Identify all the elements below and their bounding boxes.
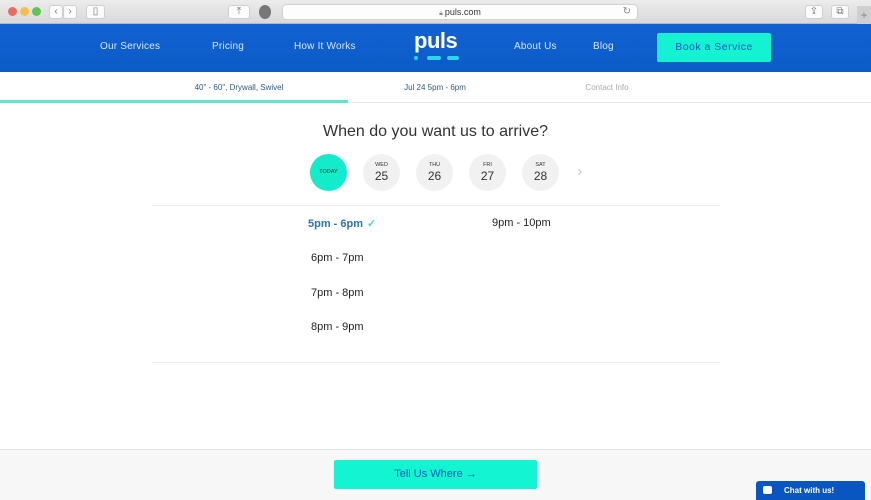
- step-time[interactable]: Jul 24 5pm - 6pm: [335, 83, 535, 92]
- close-window-button[interactable]: [8, 7, 17, 16]
- reload-icon[interactable]: ↻: [623, 5, 631, 19]
- book-service-button[interactable]: Book a Service: [657, 33, 771, 62]
- day-wed[interactable]: WED 25: [363, 154, 400, 191]
- nav-about-us[interactable]: About Us: [514, 41, 557, 52]
- chevron-right-icon[interactable]: ›: [577, 163, 582, 181]
- day-fri[interactable]: FRI 27: [469, 154, 506, 191]
- back-icon[interactable]: ‹: [49, 5, 63, 19]
- nav-our-services[interactable]: Our Services: [100, 41, 160, 52]
- tell-us-where-button[interactable]: Tell Us Where →: [334, 460, 537, 489]
- nav-blog[interactable]: Blog: [593, 41, 614, 52]
- address-bar[interactable]: 🔒︎ puls.com ↻: [282, 4, 638, 20]
- chat-widget[interactable]: Chat with us!: [756, 481, 865, 500]
- nav-pricing[interactable]: Pricing: [212, 41, 244, 52]
- forward-icon[interactable]: ›: [63, 5, 77, 19]
- sidebar-icon[interactable]: ▯: [86, 5, 105, 19]
- day-today[interactable]: TODAY: [310, 154, 347, 191]
- browser-toolbar: ‹ › ▯ ⤒ 🔒︎ puls.com ↻ ⇪ ⧉ +: [0, 0, 871, 24]
- progress-bar: [0, 100, 348, 103]
- check-icon: ✓: [367, 218, 377, 230]
- divider: [152, 362, 720, 363]
- divider: [152, 205, 720, 206]
- tabs-icon[interactable]: ⧉: [831, 5, 849, 19]
- day-sat[interactable]: SAT 28: [522, 154, 559, 191]
- time-slot-7pm[interactable]: 7pm - 8pm: [311, 287, 364, 299]
- share-icon[interactable]: ⇪: [805, 5, 823, 19]
- step-contact-info: Contact Info: [585, 83, 629, 92]
- chat-bubble-icon: [763, 486, 772, 494]
- time-slot-9pm[interactable]: 9pm - 10pm: [492, 217, 551, 229]
- booking-steps: 40" - 60", Drywall, Swivel Jul 24 5pm - …: [0, 72, 871, 103]
- minimize-window-button[interactable]: [20, 7, 29, 16]
- new-tab-icon[interactable]: +: [857, 6, 871, 24]
- day-thu[interactable]: THU 26: [416, 154, 453, 191]
- puls-logo[interactable]: puls: [414, 28, 458, 54]
- time-slot-8pm[interactable]: 8pm - 9pm: [311, 321, 364, 333]
- zoom-window-button[interactable]: [32, 7, 41, 16]
- time-slot-5pm[interactable]: 5pm - 6pm ✓: [308, 217, 376, 230]
- page-title: When do you want us to arrive?: [322, 123, 548, 140]
- extension-icon[interactable]: [259, 5, 271, 19]
- time-slot-6pm[interactable]: 6pm - 7pm: [311, 252, 364, 264]
- logo-dots: [414, 56, 459, 60]
- site-header: Our Services Pricing How It Works puls A…: [0, 24, 871, 72]
- url-text: puls.com: [444, 7, 481, 17]
- nav-how-it-works[interactable]: How It Works: [294, 41, 356, 52]
- reader-icon[interactable]: ⤒: [228, 5, 250, 19]
- step-service[interactable]: 40" - 60", Drywall, Swivel: [139, 83, 339, 92]
